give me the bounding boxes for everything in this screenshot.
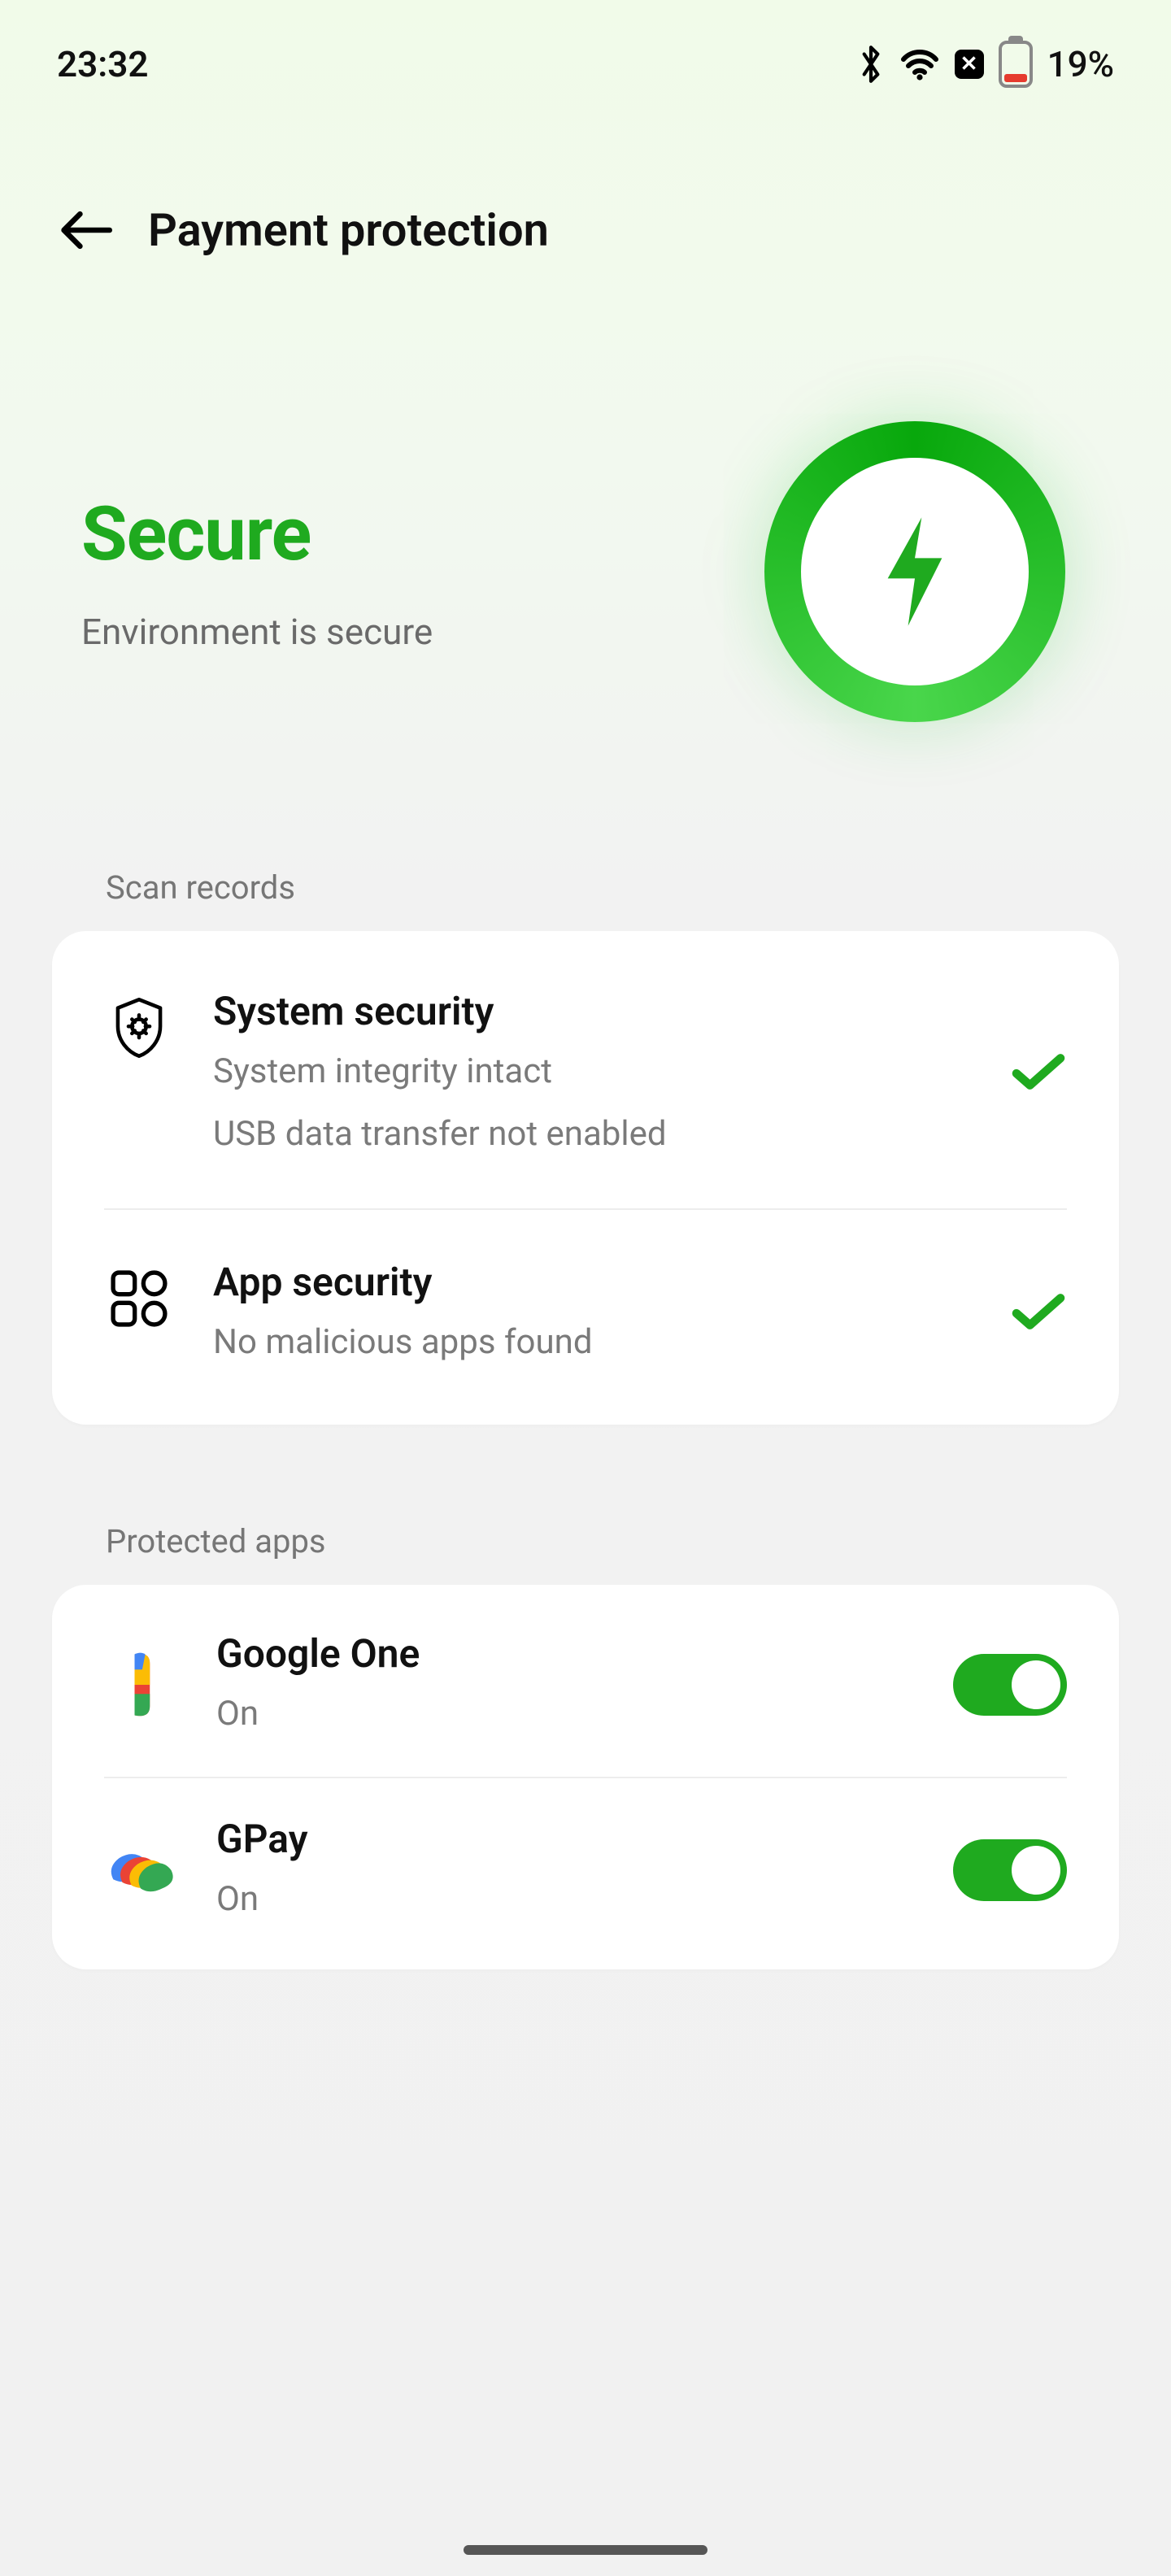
battery-icon <box>999 41 1033 88</box>
hero: Secure Environment is secure <box>0 291 1171 771</box>
toggle-google-one[interactable] <box>953 1654 1067 1716</box>
status-bar: 23:32 ✕ 19% <box>0 0 1171 112</box>
bluetooth-icon <box>857 44 885 85</box>
scan-row-sub: System integrity intact <box>213 1047 971 1097</box>
app-state: On <box>216 1690 914 1739</box>
app-row-gpay[interactable]: GPay On <box>104 1777 1067 1962</box>
back-button[interactable] <box>57 202 114 259</box>
app-state: On <box>216 1875 914 1925</box>
wifi-icon <box>899 48 940 80</box>
scan-row-system-security[interactable]: System security System integrity intact … <box>52 939 1119 1208</box>
scan-row-title: System security <box>213 988 971 1034</box>
header: Payment protection <box>0 112 1171 291</box>
scan-row-app-security[interactable]: App security No malicious apps found <box>104 1208 1067 1416</box>
check-icon <box>1010 1291 1067 1335</box>
arrow-left-icon <box>59 210 112 250</box>
hero-subtitle: Environment is secure <box>81 611 433 653</box>
apps-grid-icon <box>104 1264 174 1334</box>
status-right: ✕ 19% <box>857 41 1114 88</box>
scan-row-sub: No malicious apps found <box>213 1318 971 1368</box>
gpay-icon <box>104 1834 177 1907</box>
shield-gear-icon <box>104 993 174 1063</box>
check-icon <box>1010 1051 1067 1095</box>
app-name: GPay <box>216 1816 914 1862</box>
hero-title: Secure <box>81 491 433 578</box>
scan-records-card: System security System integrity intact … <box>52 931 1119 1425</box>
app-row-google-one[interactable]: Google One On <box>52 1593 1119 1777</box>
section-label-apps: Protected apps <box>0 1425 1171 1585</box>
protected-apps-card: Google One On GPay On <box>52 1585 1119 1970</box>
page-title: Payment protection <box>148 203 549 257</box>
status-time: 23:32 <box>57 43 149 85</box>
scan-row-sub: USB data transfer not enabled <box>213 1110 971 1160</box>
lightning-icon <box>870 511 960 633</box>
google-one-icon <box>104 1648 177 1721</box>
app-name: Google One <box>216 1630 914 1677</box>
battery-percent: 19% <box>1047 43 1114 85</box>
status-unknown-icon: ✕ <box>955 50 984 79</box>
scan-row-title: App security <box>213 1259 971 1305</box>
home-indicator[interactable] <box>464 2545 707 2555</box>
toggle-gpay[interactable] <box>953 1839 1067 1901</box>
secure-badge <box>764 421 1065 722</box>
section-label-scan: Scan records <box>0 771 1171 931</box>
